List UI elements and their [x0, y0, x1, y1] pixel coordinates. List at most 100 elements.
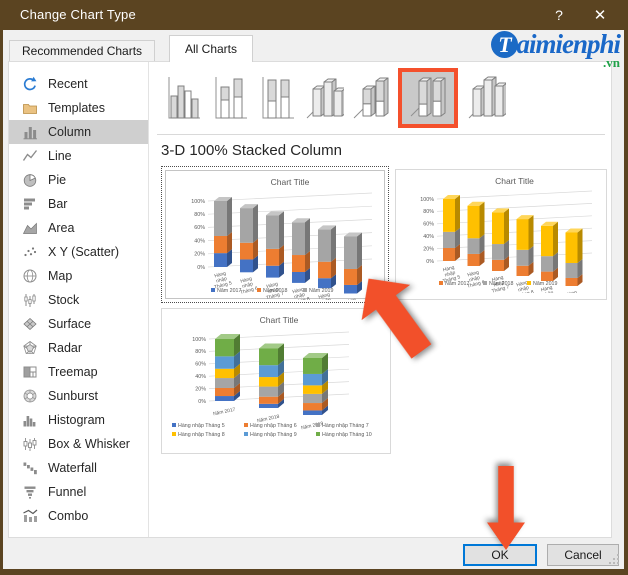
sidebar-item-label: Histogram — [48, 413, 105, 427]
chart-preview-canvas: Chart Title 0% 20% 40% 60% 80% 100% HàngnhậpThá… — [165, 170, 385, 300]
tab-recommended-charts[interactable]: Recommended Charts — [9, 40, 156, 61]
sidebar-item-area[interactable]: Area — [9, 216, 148, 240]
svg-text:Chart Title: Chart Title — [271, 177, 310, 187]
svg-text:Năm 2019: Năm 2019 — [309, 288, 333, 294]
svg-text:20%: 20% — [423, 246, 434, 252]
pie-icon — [23, 174, 37, 187]
svg-text:Năm 2017: Năm 2017 — [213, 407, 237, 418]
sidebar-item-label: Waterfall — [48, 461, 97, 475]
taimienphi-logo: T aimienphi .vn — [491, 29, 621, 69]
close-button[interactable]: ✕ — [580, 0, 620, 30]
logo-name: aimienphi — [516, 29, 621, 59]
3d-100-stacked-column-icon — [410, 77, 446, 117]
bar-icon — [24, 198, 35, 210]
sidebar-item-label: Surface — [48, 317, 92, 331]
sidebar-item-label: Area — [48, 221, 75, 235]
help-button[interactable]: ? — [542, 0, 576, 30]
templates-icon — [23, 104, 37, 114]
svg-text:Năm 2017: Năm 2017 — [445, 281, 469, 287]
sidebar-item-label: Radar — [48, 341, 83, 355]
svg-text:Năm 2018: Năm 2018 — [489, 281, 513, 287]
stacked-column-icon — [215, 77, 247, 119]
svg-text:Năm 2018: Năm 2018 — [263, 288, 287, 294]
subtype-3d-stacked-column[interactable] — [347, 68, 394, 128]
sidebar-item-column[interactable]: Column — [9, 120, 148, 144]
sidebar-item-combo[interactable]: Combo — [9, 504, 148, 528]
scatter-icon — [24, 247, 37, 257]
histogram-icon — [23, 416, 36, 427]
sidebar-item-label: X Y (Scatter) — [48, 245, 120, 259]
subtype-3d-clustered-column[interactable] — [300, 68, 347, 128]
separator — [157, 134, 605, 135]
sidebar-item-pie[interactable]: Pie — [9, 168, 148, 192]
sidebar-item-treemap[interactable]: Treemap — [9, 360, 148, 384]
sidebar-item-templates[interactable]: Templates — [9, 96, 148, 120]
funnel-icon — [24, 486, 36, 499]
chart-preview-large-2[interactable]: Chart Title 0% 20% 40% 60% 80% 100% HàngnhậpThá… — [395, 169, 607, 300]
recent-icon — [23, 76, 37, 91]
svg-text:100%: 100% — [191, 199, 205, 205]
clustered-column-icon — [168, 77, 200, 119]
subtype-3d-100-stacked-column[interactable] — [398, 68, 458, 128]
chart-preview-large-3[interactable]: Chart Title 0% 20% 40% 60% 80% 100% Năm 2017 Năm… — [161, 308, 391, 454]
sidebar-item-funnel[interactable]: Funnel — [9, 480, 148, 504]
svg-text:80%: 80% — [194, 212, 205, 218]
sidebar-item-label: Treemap — [48, 365, 98, 379]
svg-text:40%: 40% — [423, 234, 434, 240]
sidebar-item-map[interactable]: Map — [9, 264, 148, 288]
treemap-icon — [23, 366, 37, 378]
sidebar-item-waterfall[interactable]: Waterfall — [9, 456, 148, 480]
sidebar-item-histogram[interactable]: Histogram — [9, 408, 148, 432]
svg-text:40%: 40% — [194, 238, 205, 244]
sidebar-item-label: Map — [48, 269, 73, 283]
logo-t-icon: T — [491, 31, 519, 58]
chart-preview-large-1[interactable]: Chart Title 0% 20% 40% 60% 80% 100% HàngnhậpThá… — [161, 166, 389, 303]
sidebar-item-bar[interactable]: Bar — [9, 192, 148, 216]
sidebar-item-label: Bar — [48, 197, 68, 211]
svg-text:20%: 20% — [195, 386, 206, 392]
sidebar-item-stock[interactable]: Stock — [9, 288, 148, 312]
subtype-icon-row — [159, 68, 509, 128]
sidebar-item-sunburst[interactable]: Sunburst — [9, 384, 148, 408]
svg-text:60%: 60% — [194, 225, 205, 231]
dialog-title: Change Chart Type — [20, 7, 136, 22]
title-bar[interactable]: Change Chart Type ? ✕ — [0, 0, 628, 30]
annotation-arrow-ok — [487, 466, 525, 550]
svg-text:Hàng nhập Tháng 9: Hàng nhập Tháng 9 — [250, 432, 297, 438]
sidebar-item-radar[interactable]: Radar — [9, 336, 148, 360]
area-icon — [22, 222, 37, 234]
chart-preview-canvas: Chart Title 0% 20% 40% 60% 80% 100% HàngnhậpThá… — [395, 169, 607, 300]
svg-text:Năm 2017: Năm 2017 — [217, 288, 241, 294]
svg-text:60%: 60% — [195, 362, 206, 368]
sunburst-icon — [23, 389, 37, 403]
subtype-stacked-column[interactable] — [206, 68, 253, 128]
sidebar-item-surface[interactable]: Surface — [9, 312, 148, 336]
subtype-100-stacked-column[interactable] — [253, 68, 300, 128]
sidebar-item-label: Column — [48, 125, 92, 139]
svg-text:Năm 2019: Năm 2019 — [301, 421, 325, 432]
sidebar-item-x-y-scatter-[interactable]: X Y (Scatter) — [9, 240, 148, 264]
sidebar-item-label: Funnel — [48, 485, 87, 499]
3d-clustered-column-icon — [306, 78, 344, 119]
sidebar-item-label: Templates — [48, 101, 105, 115]
waterfall-icon — [23, 462, 37, 475]
chart-preview-canvas: Chart Title 0% 20% 40% 60% 80% 100% Năm 2017 Năm… — [161, 308, 391, 454]
sidebar-item-label: Recent — [48, 77, 88, 91]
sidebar-item-line[interactable]: Line — [9, 144, 148, 168]
radar-icon — [23, 341, 37, 354]
svg-text:0%: 0% — [198, 399, 206, 405]
subtype-clustered-column[interactable] — [159, 68, 206, 128]
combo-icon — [23, 509, 38, 522]
help-icon: ? — [555, 7, 563, 23]
sidebar-item-box-whisker[interactable]: Box & Whisker — [9, 432, 148, 456]
svg-text:100%: 100% — [192, 337, 206, 343]
sidebar-item-label: Pie — [48, 173, 67, 187]
resize-grip[interactable] — [608, 553, 621, 566]
subtype-3d-column[interactable] — [462, 68, 509, 128]
line-icon — [22, 150, 38, 161]
sidebar-item-recent[interactable]: Recent — [9, 72, 148, 96]
tab-all-charts[interactable]: All Charts — [169, 35, 254, 62]
sidebar-item-label: Sunburst — [48, 389, 99, 403]
map-icon — [23, 269, 37, 283]
svg-text:Hàng nhập Tháng 7: Hàng nhập Tháng 7 — [322, 423, 369, 429]
